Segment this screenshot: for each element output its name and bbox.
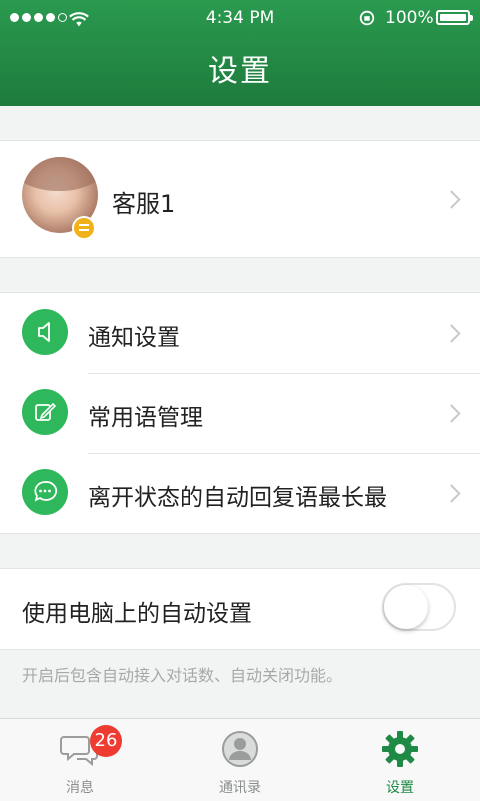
battery-icon	[436, 10, 473, 25]
gear-icon	[382, 731, 418, 767]
contacts-icon	[222, 731, 258, 767]
chevron-right-icon	[442, 190, 461, 209]
profile-name: 客服1	[112, 190, 176, 218]
orientation-lock-icon	[359, 10, 375, 26]
edit-icon	[22, 389, 68, 435]
unread-badge: 26	[90, 725, 122, 757]
menu-item-label: 通知设置	[88, 325, 180, 351]
menu-item-phrase-management[interactable]: 常用语管理	[0, 373, 480, 453]
chevron-right-icon	[442, 484, 461, 503]
tab-messages[interactable]: 26 消息	[0, 719, 160, 801]
chevron-right-icon	[442, 324, 461, 343]
auto-setting-toggle[interactable]	[382, 583, 456, 631]
menu-item-label: 常用语管理	[88, 405, 203, 431]
chat-bubble-icon	[22, 469, 68, 515]
auto-setting-label: 使用电脑上的自动设置	[22, 601, 252, 627]
menu-item-away-auto-reply[interactable]: 离开状态的自动回复语最长最	[0, 453, 480, 533]
auto-setting-row: 使用电脑上的自动设置	[0, 568, 480, 650]
settings-menu: 通知设置 常用语管理 离开状态的自动回复语最长最	[0, 292, 480, 534]
chevron-right-icon	[442, 404, 461, 423]
page-title: 设置	[208, 54, 272, 89]
auto-setting-hint: 开启后包含自动接入对话数、自动关闭功能。	[22, 666, 343, 685]
tab-bar: 26 消息 通讯录 设置	[0, 718, 480, 801]
profile-row[interactable]: 客服1	[0, 140, 480, 258]
app-header: 4:34 PM 100% 设置	[0, 0, 480, 106]
status-bar: 4:34 PM 100%	[0, 0, 480, 36]
tab-settings[interactable]: 设置	[320, 719, 480, 801]
menu-item-notification-settings[interactable]: 通知设置	[0, 293, 480, 373]
tab-contacts[interactable]: 通讯录	[160, 719, 320, 801]
speaker-icon	[22, 309, 68, 355]
menu-badge-icon	[72, 216, 96, 240]
tab-label: 通讯录	[219, 780, 261, 796]
menu-item-label: 离开状态的自动回复语最长最	[88, 485, 387, 511]
tab-label: 消息	[66, 780, 94, 796]
tab-label: 设置	[386, 780, 414, 796]
battery-percentage: 100%	[385, 8, 434, 28]
